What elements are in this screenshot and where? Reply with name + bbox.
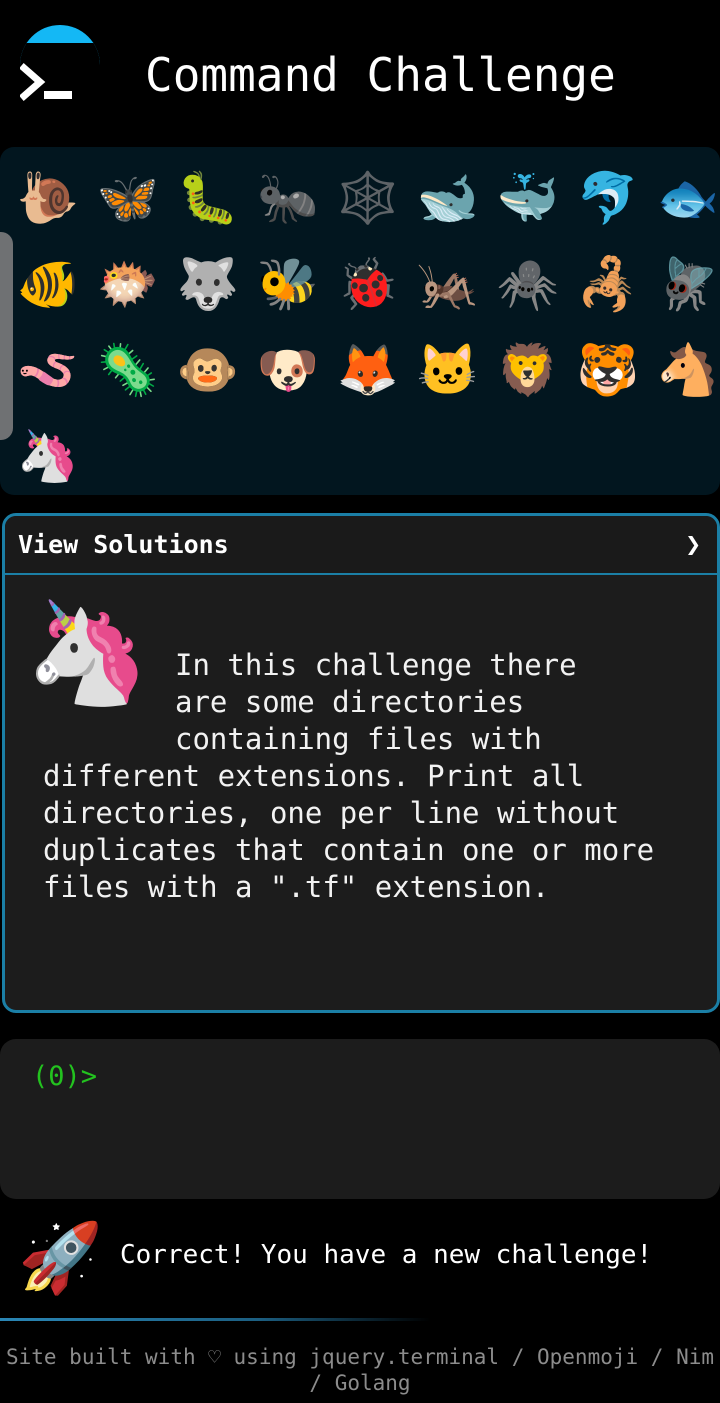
spider-web-icon[interactable]: 🕸️ xyxy=(328,155,408,241)
bee-icon[interactable]: 🐝 xyxy=(248,241,328,327)
cricket-icon[interactable]: 🦗 xyxy=(408,241,488,327)
footer-separator: / xyxy=(638,1345,677,1369)
rocket-icon: 🚀 xyxy=(18,1219,103,1298)
footer-divider xyxy=(0,1318,430,1321)
footer-link-openmoji[interactable]: Openmoji xyxy=(537,1345,638,1369)
wolf-icon[interactable]: 🐺 xyxy=(168,241,248,327)
footer-separator: / xyxy=(499,1345,537,1369)
side-drawer-handle[interactable] xyxy=(0,232,13,440)
fish-icon[interactable]: 🐟 xyxy=(648,155,720,241)
tropical-fish-icon[interactable]: 🐠 xyxy=(8,241,88,327)
unicorn-icon[interactable]: 🦄 xyxy=(8,413,88,499)
terminal-prompt: (0)> xyxy=(32,1061,98,1092)
footer-text: Site built with ♡ using xyxy=(5,1345,310,1369)
snail-icon[interactable]: 🐌 xyxy=(8,155,88,241)
cat-icon[interactable]: 🐱 xyxy=(408,327,488,413)
worm-icon[interactable]: 🪱 xyxy=(8,327,88,413)
chevron-right-icon: ❯ xyxy=(685,529,701,560)
status-message: Correct! You have a new challenge! xyxy=(120,1240,653,1270)
scorpion-icon[interactable]: 🦂 xyxy=(568,241,648,327)
dog-icon[interactable]: 🐶 xyxy=(248,327,328,413)
loading-indicator xyxy=(20,25,100,65)
whale-icon[interactable]: 🐋 xyxy=(408,155,488,241)
footer-link-jquery-terminal[interactable]: jquery.terminal xyxy=(309,1345,499,1369)
blowfish-icon[interactable]: 🐡 xyxy=(88,241,168,327)
ladybug-icon[interactable]: 🐞 xyxy=(328,241,408,327)
challenge-text-line3: containing files with xyxy=(175,722,542,756)
microbe-icon[interactable]: 🦠 xyxy=(88,327,168,413)
footer-link-nim[interactable]: Nim xyxy=(676,1345,714,1369)
spider-icon[interactable]: 🕷️ xyxy=(488,241,568,327)
fox-icon[interactable]: 🦊 xyxy=(328,327,408,413)
footer-separator: / xyxy=(309,1371,335,1395)
challenge-text-rest: different extensions. Print all director… xyxy=(43,759,655,904)
challenge-icons-panel: 🐌 🦋 🐛 🐜 🕸️ 🐋 🐳 🐬 🐟 🐠 🐡 🐺 🐝 🐞 🦗 🕷️ 🦂 🪰 🪱 🦠 🐵 🐶 🦊 🐱 🦁 🐯 🐴 🦄 xyxy=(0,147,720,495)
page-title: Command Challenge xyxy=(145,48,616,102)
footer: Site built with ♡ using jquery.terminal … xyxy=(0,1344,720,1396)
footer-link-golang[interactable]: Golang xyxy=(335,1371,411,1395)
challenge-text-line2: are some directories xyxy=(175,685,525,719)
tiger-icon[interactable]: 🐯 xyxy=(568,327,648,413)
challenge-card: View Solutions ❯ 🦄 In this challenge the… xyxy=(2,513,720,1013)
dolphin-icon[interactable]: 🐬 xyxy=(568,155,648,241)
horse-icon[interactable]: 🐴 xyxy=(648,327,720,413)
terminal[interactable]: (0)> xyxy=(0,1039,720,1199)
challenge-description: In this challenge there are some director… xyxy=(43,647,683,906)
spouting-whale-icon[interactable]: 🐳 xyxy=(488,155,568,241)
caterpillar-icon[interactable]: 🐛 xyxy=(168,155,248,241)
lion-icon[interactable]: 🦁 xyxy=(488,327,568,413)
ant-icon[interactable]: 🐜 xyxy=(248,155,328,241)
fly-icon[interactable]: 🪰 xyxy=(648,241,720,327)
terminal-prompt-icon[interactable] xyxy=(20,62,76,106)
header: Command Challenge xyxy=(0,0,720,140)
view-solutions-label: View Solutions xyxy=(18,530,229,559)
challenge-icons-grid: 🐌 🦋 🐛 🐜 🕸️ 🐋 🐳 🐬 🐟 🐠 🐡 🐺 🐝 🐞 🦗 🕷️ 🦂 🪰 🪱 🦠 🐵 🐶 🦊 🐱 🦁 🐯 🐴 🦄 xyxy=(8,155,720,499)
view-solutions-toggle[interactable]: View Solutions ❯ xyxy=(5,516,717,575)
monkey-icon[interactable]: 🐵 xyxy=(168,327,248,413)
challenge-text-line1: In this challenge there xyxy=(175,648,577,682)
butterfly-icon[interactable]: 🦋 xyxy=(88,155,168,241)
